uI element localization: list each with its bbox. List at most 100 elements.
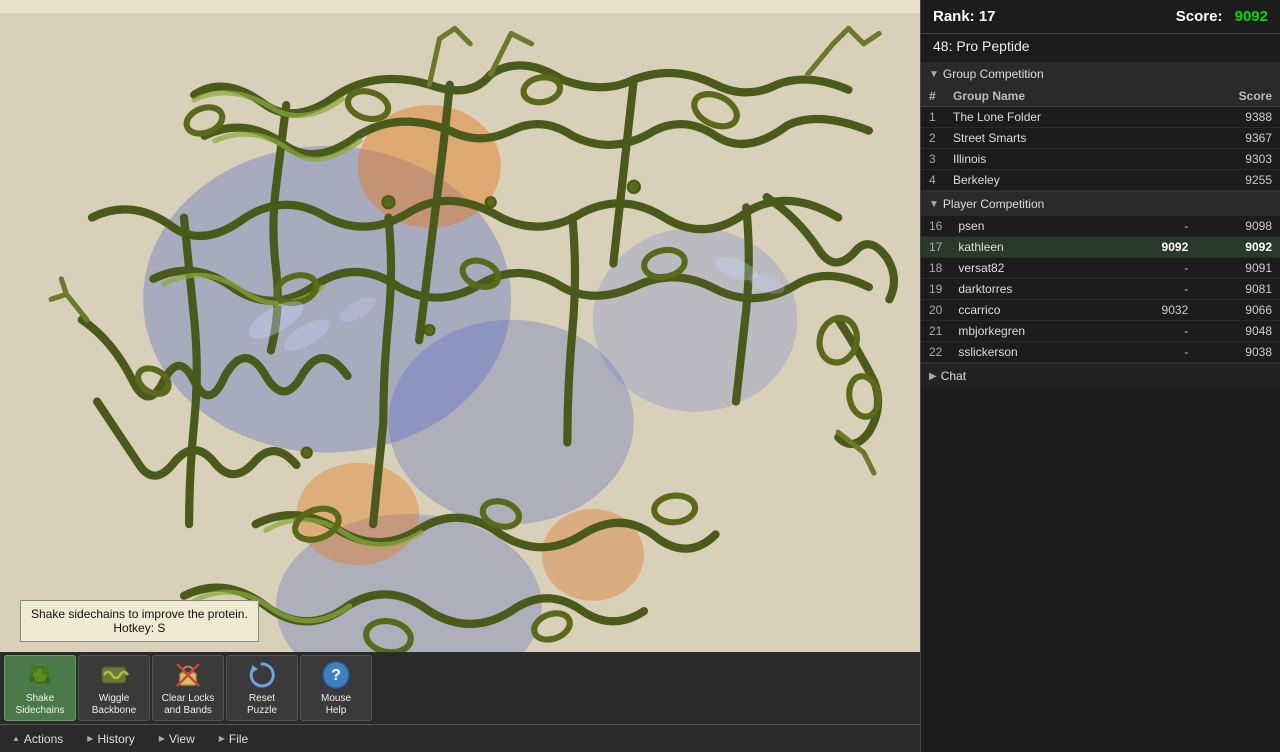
mouse-help-label: MouseHelp	[321, 693, 351, 717]
player-competition-section: ▼ Player Competition 16 psen - 9098 17 k…	[921, 192, 1280, 364]
player-competition-content: 16 psen - 9098 17 kathleen 9092 9092 18 …	[921, 216, 1280, 363]
menu-actions-label: Actions	[24, 732, 63, 746]
group-name-cell: The Lone Folder	[945, 107, 1172, 128]
player-rank-cell: 18	[921, 258, 950, 279]
group-competition-content: # Group Name Score 1 The Lone Folder 938…	[921, 86, 1280, 191]
group-competition-table-wrapper: # Group Name Score 1 The Lone Folder 938…	[921, 86, 1280, 191]
player-table-row[interactable]: 20 ccarrico 9032 9066	[921, 300, 1280, 321]
group-score-cell: 9303	[1172, 149, 1280, 170]
menu-history[interactable]: ▶ History	[75, 725, 147, 752]
player-rank-cell: 20	[921, 300, 950, 321]
player-name-cell: darktorres	[950, 279, 1112, 300]
menu-view-label: View	[169, 732, 195, 746]
player-table-row[interactable]: 21 mbjorkegren - 9048	[921, 321, 1280, 342]
player-table-row[interactable]: 19 darktorres - 9081	[921, 279, 1280, 300]
wiggle-backbone-label: WiggleBackbone	[92, 693, 136, 717]
player-score-cell: 9092	[1196, 237, 1280, 258]
menu-actions[interactable]: ▲ Actions	[0, 725, 75, 752]
group-rank-cell: 1	[921, 107, 945, 128]
score-label-text: Score:	[1176, 8, 1223, 25]
right-panel: Rank: 17 Score: 9092 48: Pro Peptide ▼ G…	[920, 0, 1280, 752]
reset-puzzle-button[interactable]: ResetPuzzle	[226, 655, 298, 721]
group-table-row[interactable]: 4 Berkeley 9255	[921, 170, 1280, 191]
group-competition-section: ▼ Group Competition # Group Name Score	[921, 62, 1280, 192]
group-col-rank: #	[921, 86, 945, 107]
chat-section[interactable]: ▶ Chat	[921, 364, 1280, 388]
group-name-cell: Street Smarts	[945, 128, 1172, 149]
chat-arrow: ▶	[929, 371, 937, 382]
player-myscore-cell: -	[1113, 216, 1197, 237]
menu-file[interactable]: ▶ File	[207, 725, 261, 752]
group-table-row[interactable]: 2 Street Smarts 9367	[921, 128, 1280, 149]
menu-actions-arrow: ▲	[12, 734, 20, 743]
clear-locks-bands-button[interactable]: Clear Locksand Bands	[152, 655, 224, 721]
wiggle-backbone-icon	[98, 659, 130, 691]
group-rank-cell: 2	[921, 128, 945, 149]
player-competition-title: Player Competition	[943, 197, 1044, 211]
group-score-cell: 9255	[1172, 170, 1280, 191]
player-score-cell: 9048	[1196, 321, 1280, 342]
player-table-row[interactable]: 17 kathleen 9092 9092	[921, 237, 1280, 258]
menu-file-label: File	[229, 732, 248, 746]
clear-locks-bands-icon	[172, 659, 204, 691]
score-value: 9092	[1235, 8, 1268, 25]
player-competition-arrow: ▼	[929, 199, 939, 210]
wiggle-backbone-button[interactable]: WiggleBackbone	[78, 655, 150, 721]
player-myscore-cell: 9032	[1113, 300, 1197, 321]
group-col-name: Group Name	[945, 86, 1172, 107]
player-score-cell: 9081	[1196, 279, 1280, 300]
header: Rank: 17 Score: 9092	[921, 0, 1280, 34]
group-name-cell: Berkeley	[945, 170, 1172, 191]
player-table-row[interactable]: 22 sslickerson - 9038	[921, 342, 1280, 363]
clear-locks-bands-label: Clear Locksand Bands	[162, 693, 215, 717]
group-score-cell: 9367	[1172, 128, 1280, 149]
tooltip: Shake sidechains to improve the protein.…	[20, 600, 259, 642]
player-rank-cell: 22	[921, 342, 950, 363]
group-competition-arrow: ▼	[929, 69, 939, 80]
svg-text:?: ?	[331, 667, 341, 684]
player-name-cell: sslickerson	[950, 342, 1112, 363]
group-table-row[interactable]: 1 The Lone Folder 9388	[921, 107, 1280, 128]
group-name-cell: Illinois	[945, 149, 1172, 170]
mouse-help-button[interactable]: ? MouseHelp	[300, 655, 372, 721]
player-myscore-cell: -	[1113, 342, 1197, 363]
group-competition-table: # Group Name Score 1 The Lone Folder 938…	[921, 86, 1280, 191]
player-name-cell: kathleen	[950, 237, 1112, 258]
tooltip-line1: Shake sidechains to improve the protein.	[31, 607, 248, 621]
player-myscore-cell: -	[1113, 279, 1197, 300]
menu-history-label: History	[97, 732, 134, 746]
group-table-row[interactable]: 3 Illinois 9303	[921, 149, 1280, 170]
player-score-cell: 9098	[1196, 216, 1280, 237]
player-name-cell: ccarrico	[950, 300, 1112, 321]
player-table-row[interactable]: 18 versat82 - 9091	[921, 258, 1280, 279]
group-rank-cell: 3	[921, 149, 945, 170]
menu-history-arrow: ▶	[87, 734, 93, 743]
player-score-cell: 9066	[1196, 300, 1280, 321]
player-myscore-cell: -	[1113, 258, 1197, 279]
tooltip-line2: Hotkey: S	[31, 621, 248, 635]
player-score-cell: 9091	[1196, 258, 1280, 279]
player-competition-table: 16 psen - 9098 17 kathleen 9092 9092 18 …	[921, 216, 1280, 363]
player-table-row[interactable]: 16 psen - 9098	[921, 216, 1280, 237]
mouse-help-icon: ?	[320, 659, 352, 691]
reset-puzzle-icon	[246, 659, 278, 691]
menu-view[interactable]: ▶ View	[147, 725, 207, 752]
shake-sidechains-icon	[24, 659, 56, 691]
chat-label: Chat	[941, 369, 966, 383]
group-rank-cell: 4	[921, 170, 945, 191]
rank-info: Rank: 17	[933, 8, 996, 25]
group-competition-header[interactable]: ▼ Group Competition	[921, 62, 1280, 86]
player-name-cell: psen	[950, 216, 1112, 237]
shake-sidechains-label: ShakeSidechains	[16, 693, 65, 717]
player-myscore-cell: 9092	[1113, 237, 1197, 258]
toolbar: ShakeSidechains WiggleBackbone	[0, 652, 920, 724]
group-competition-title: Group Competition	[943, 67, 1044, 81]
shake-sidechains-button[interactable]: ShakeSidechains	[4, 655, 76, 721]
player-myscore-cell: -	[1113, 321, 1197, 342]
player-rank-cell: 21	[921, 321, 950, 342]
player-competition-header[interactable]: ▼ Player Competition	[921, 192, 1280, 216]
player-name-cell: mbjorkegren	[950, 321, 1112, 342]
menubar: ▲ Actions ▶ History ▶ View ▶ File	[0, 724, 920, 752]
player-competition-table-wrapper: 16 psen - 9098 17 kathleen 9092 9092 18 …	[921, 216, 1280, 363]
menu-view-arrow: ▶	[159, 734, 165, 743]
